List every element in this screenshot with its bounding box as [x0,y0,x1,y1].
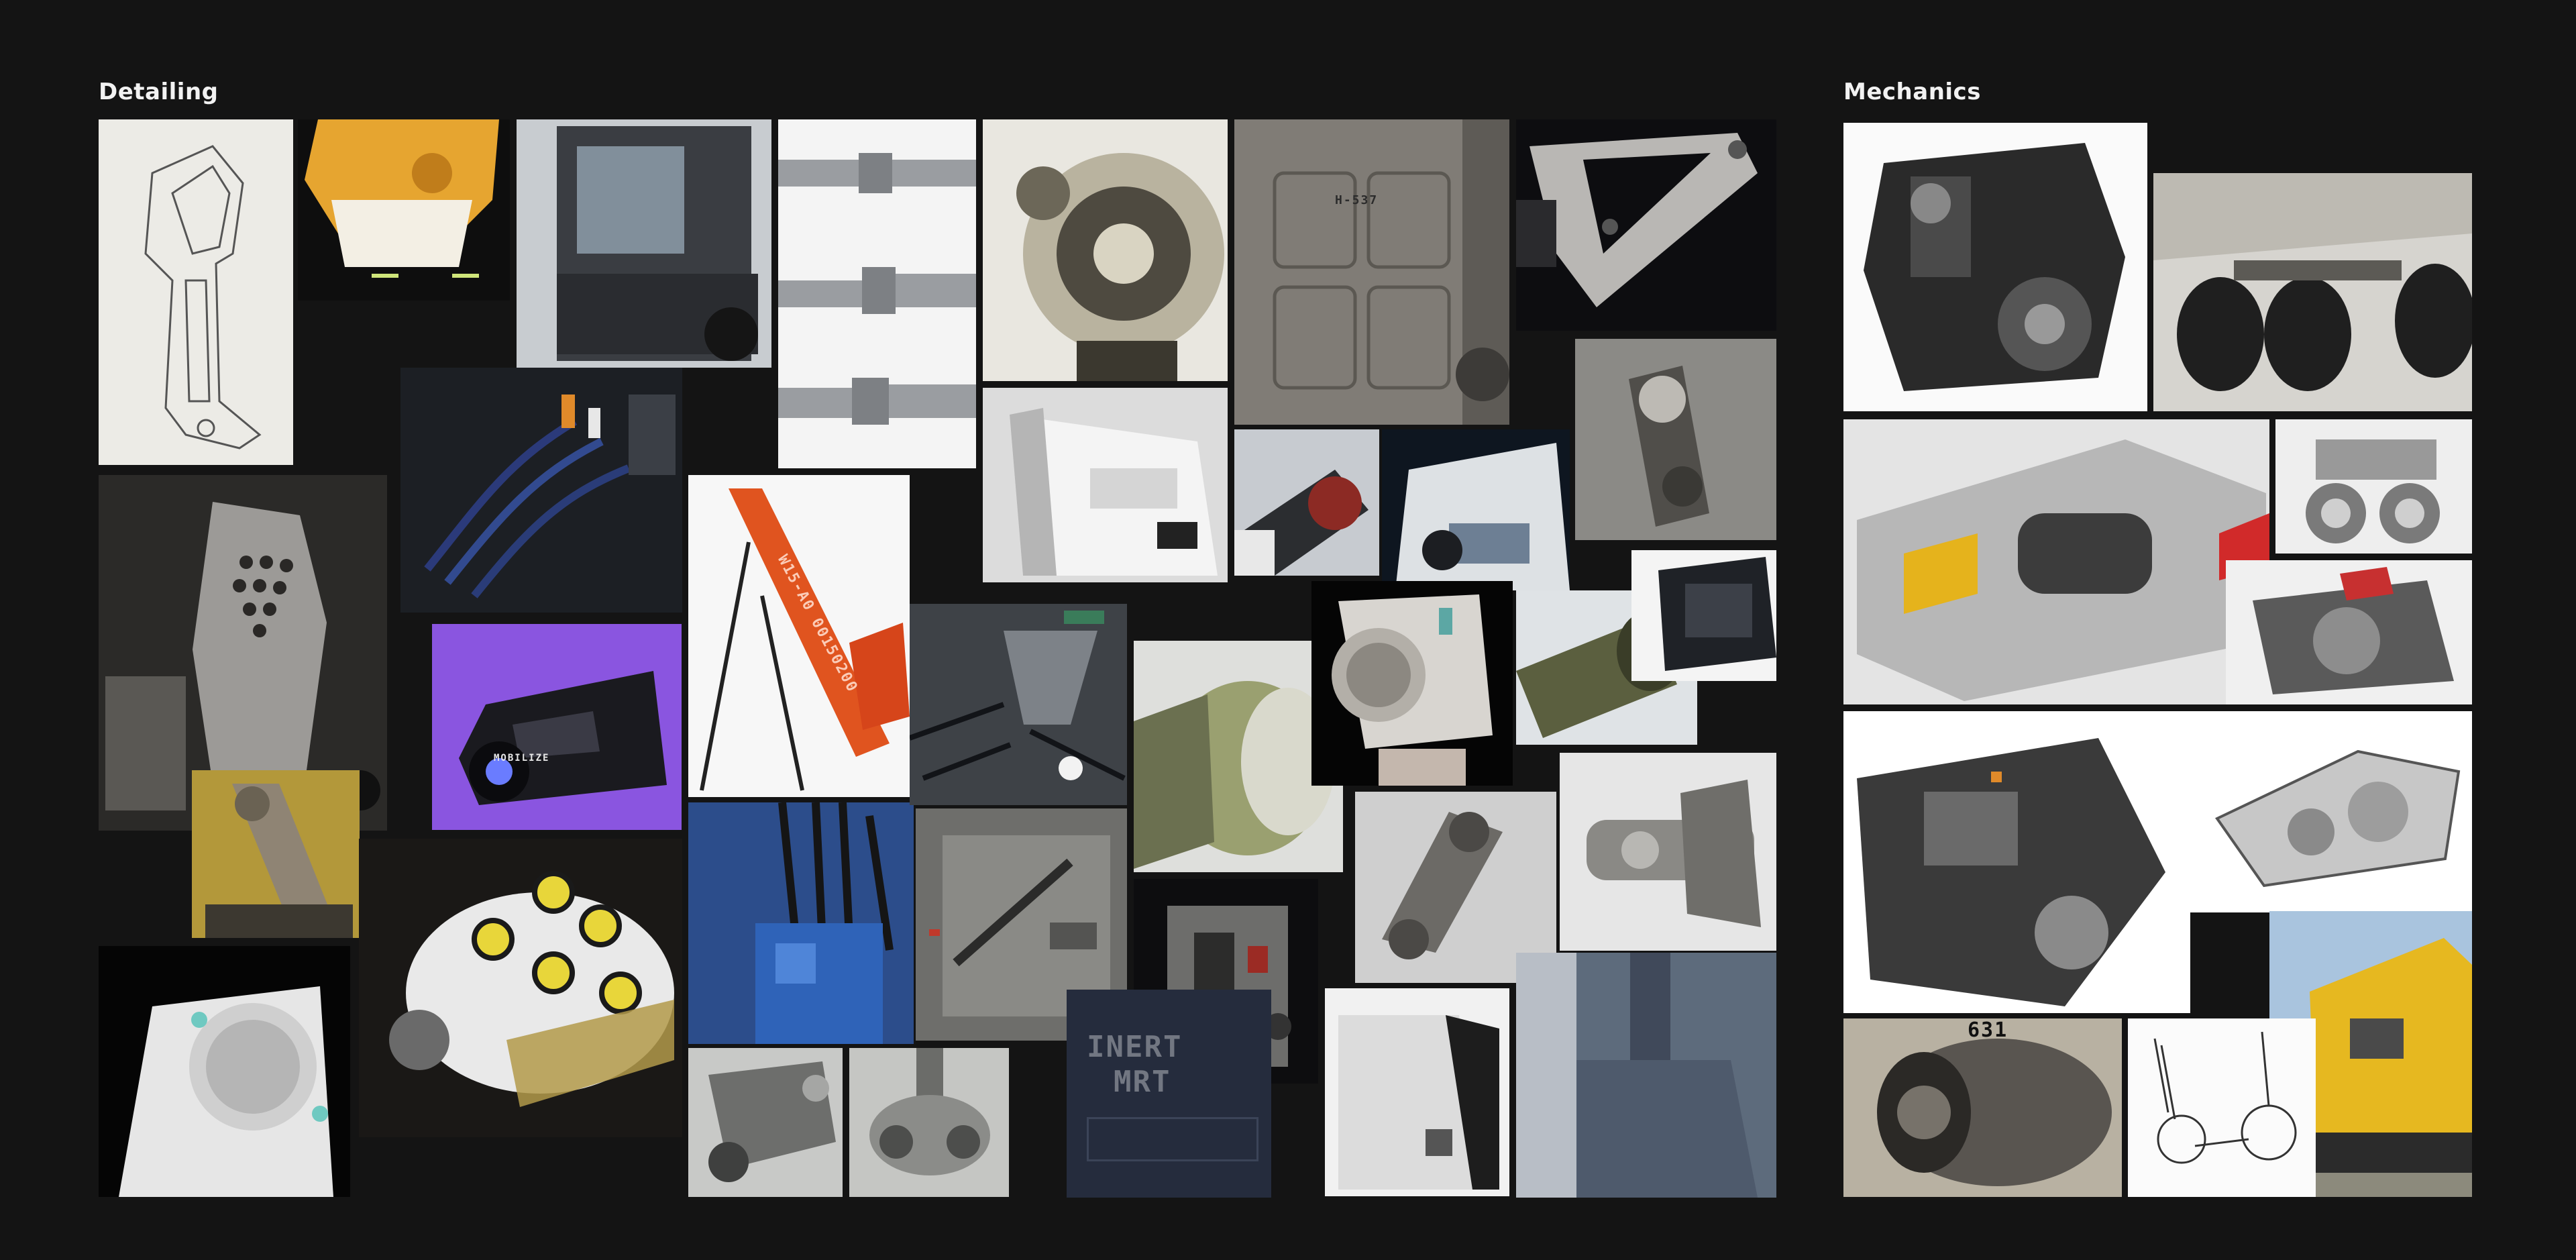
stencil-frame [1087,1117,1258,1161]
image-pivot-base [849,1048,1009,1197]
engine-plate: 631 [1968,1018,2008,1042]
image-dark-machine [1382,429,1570,590]
image-robot-head [1311,581,1513,786]
image-gear-housing [2226,560,2472,704]
stencil-top: INERT [1087,1030,1183,1064]
image-linkage-arm [688,1048,843,1197]
panel-marking: H-537 [1335,193,1379,207]
section-title-detailing: Detailing [99,78,219,105]
image-white-robot-part [983,388,1228,582]
image-cable-bay [400,368,682,613]
image-suspension-sketch [2128,1018,2316,1197]
image-line-sketch [99,119,293,465]
image-truck-cab [517,119,771,368]
image-yellow-seat [298,119,510,301]
image-transmission-cutaway [2190,711,2472,912]
image-light-capsule [359,839,682,1137]
image-cable-connector [1234,429,1379,576]
image-wheel-assembly [2275,419,2472,554]
image-cockpit-purple: MOBILIZE [432,624,682,830]
image-piston-joint [1575,339,1776,540]
image-drill-rig: W15-A0 00150200 [688,475,910,797]
image-stencil-plate: INERT MRT [1067,990,1271,1198]
image-metal-panel: H-537 [1234,119,1509,425]
image-robot-joint [99,946,350,1197]
image-display-screen [1631,550,1776,681]
section-title-mechanics: Mechanics [1843,78,1981,105]
image-dial-mechanism [983,119,1228,381]
image-turbine-engine: 631 [1843,1018,2122,1197]
image-machine-room [910,604,1127,805]
image-white-body-panel [1325,988,1509,1196]
image-landing-gear [2153,173,2472,411]
image-motorcycle-engine [1843,123,2147,411]
image-clamp-mechanism [1560,753,1776,951]
image-universal-joints [778,119,976,468]
image-amber-piston [192,770,360,938]
image-hydraulic-column [1516,953,1776,1198]
stencil-bottom: MRT [1114,1065,1171,1099]
cockpit-logo: MOBILIZE [494,753,550,764]
image-blue-hydraulic [688,802,914,1044]
image-car-engine [1843,711,2190,1013]
image-crawler-chassis [1843,419,2269,704]
image-triangle-bracket [1516,119,1776,331]
